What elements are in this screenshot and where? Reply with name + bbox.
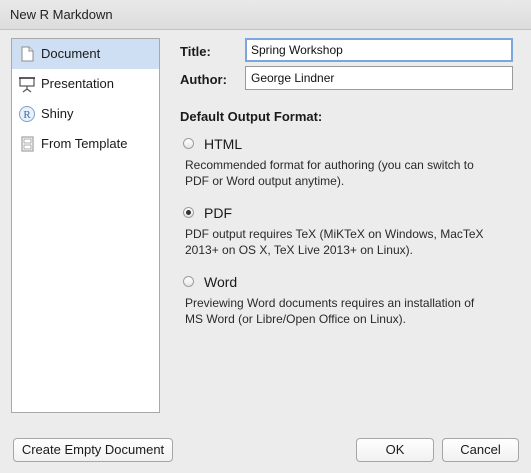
sidebar-item-label: From Template — [41, 136, 128, 151]
title-bar: New R Markdown — [0, 0, 531, 30]
pdf-option-description: PDF output requires TeX (MiKTeX on Windo… — [185, 227, 484, 257]
ok-button[interactable]: OK — [356, 438, 434, 462]
sidebar-item-label: Shiny — [41, 106, 74, 121]
presentation-icon — [18, 75, 36, 93]
template-type-list[interactable]: Document Presentation R Shiny From Templ… — [11, 38, 160, 413]
create-empty-document-button[interactable]: Create Empty Document — [13, 438, 173, 462]
title-label: Title: — [180, 44, 211, 59]
sidebar-item-label: Presentation — [41, 76, 114, 91]
author-input[interactable] — [245, 66, 513, 90]
author-label: Author: — [180, 72, 227, 87]
output-format-heading: Default Output Format: — [180, 109, 323, 124]
radio-selected-dot — [186, 210, 191, 215]
window-title: New R Markdown — [10, 7, 113, 22]
word-option-description: Previewing Word documents requires an in… — [185, 296, 475, 326]
pdf-option-label[interactable]: PDF — [204, 205, 232, 221]
word-option-label[interactable]: Word — [204, 274, 237, 290]
html-radio[interactable] — [183, 138, 194, 149]
sidebar-item-presentation[interactable]: Presentation — [12, 69, 159, 99]
pdf-radio[interactable] — [183, 207, 194, 218]
sidebar-item-document[interactable]: Document — [12, 39, 159, 69]
title-input[interactable] — [245, 38, 513, 62]
word-radio[interactable] — [183, 276, 194, 287]
shiny-r-icon: R — [18, 105, 36, 123]
html-option-label[interactable]: HTML — [204, 136, 242, 152]
document-icon — [18, 45, 36, 63]
sidebar-item-shiny[interactable]: R Shiny — [12, 99, 159, 129]
html-option-description: Recommended format for authoring (you ca… — [185, 158, 474, 188]
sidebar-item-label: Document — [41, 46, 101, 61]
template-icon — [18, 135, 36, 153]
cancel-button[interactable]: Cancel — [442, 438, 519, 462]
sidebar-item-from-template[interactable]: From Template — [12, 129, 159, 159]
svg-text:R: R — [23, 109, 31, 121]
